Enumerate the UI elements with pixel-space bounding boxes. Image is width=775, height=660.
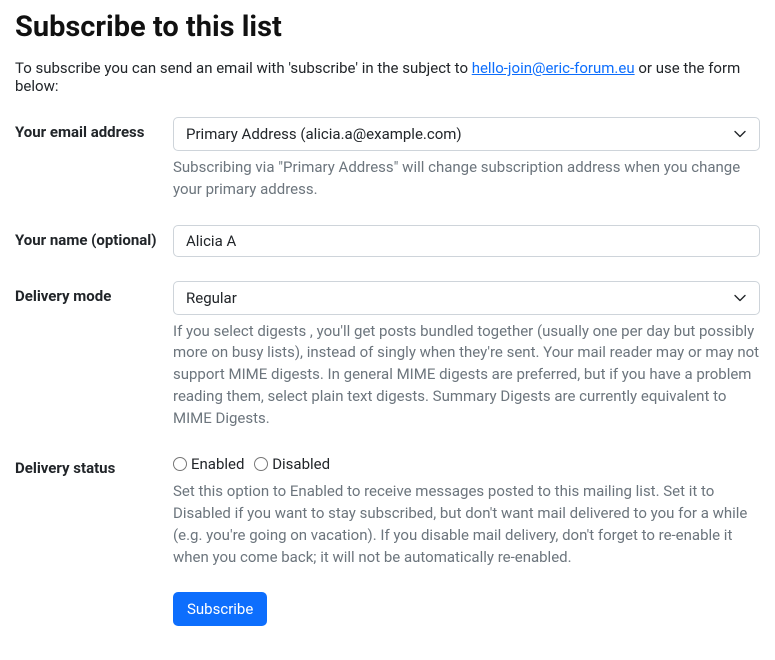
submit-row: Subscribe <box>15 592 760 626</box>
page-title: Subscribe to this list <box>15 10 760 44</box>
email-row: Your email address Primary Address (alic… <box>15 117 760 201</box>
email-label: Your email address <box>15 117 161 143</box>
delivery-status-disabled[interactable]: Disabled <box>254 455 330 473</box>
delivery-mode-help: If you select digests , you'll get posts… <box>173 321 760 430</box>
delivery-status-enabled-radio[interactable] <box>173 457 187 471</box>
email-select[interactable]: Primary Address (alicia.a@example.com) <box>173 117 760 151</box>
name-row: Your name (optional) <box>15 225 760 257</box>
name-label: Your name (optional) <box>15 225 161 251</box>
intro-text: To subscribe you can send an email with … <box>15 59 760 95</box>
delivery-mode-select[interactable]: Regular <box>173 281 760 315</box>
delivery-status-enabled-label: Enabled <box>191 455 244 473</box>
subscribe-email-link[interactable]: hello-join@eric-forum.eu <box>472 59 635 77</box>
email-help: Subscribing via "Primary Address" will c… <box>173 157 760 201</box>
delivery-mode-row: Delivery mode Regular If you select dige… <box>15 281 760 430</box>
delivery-status-help: Set this option to Enabled to receive me… <box>173 481 760 568</box>
delivery-status-disabled-label: Disabled <box>272 455 330 473</box>
delivery-status-row: Delivery status Enabled Disabled Set thi… <box>15 453 760 568</box>
delivery-status-disabled-radio[interactable] <box>254 457 268 471</box>
delivery-status-enabled[interactable]: Enabled <box>173 455 244 473</box>
subscribe-button[interactable]: Subscribe <box>173 592 267 626</box>
intro-prefix: To subscribe you can send an email with … <box>15 59 472 77</box>
delivery-mode-label: Delivery mode <box>15 281 161 307</box>
delivery-status-label: Delivery status <box>15 453 161 479</box>
name-input[interactable] <box>173 225 760 257</box>
